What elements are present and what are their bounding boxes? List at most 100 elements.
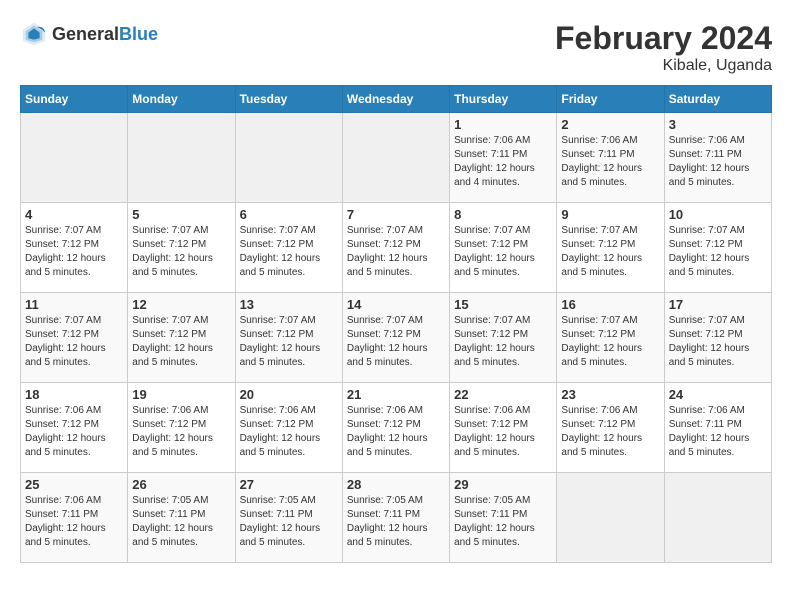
day-info: Sunrise: 7:06 AM Sunset: 7:12 PM Dayligh… bbox=[561, 404, 659, 460]
day-info: Sunrise: 7:07 AM Sunset: 7:12 PM Dayligh… bbox=[561, 224, 659, 280]
day-number: 16 bbox=[561, 297, 659, 312]
day-number: 27 bbox=[240, 477, 338, 492]
day-info: Sunrise: 7:05 AM Sunset: 7:11 PM Dayligh… bbox=[347, 494, 445, 550]
day-info: Sunrise: 7:07 AM Sunset: 7:12 PM Dayligh… bbox=[454, 224, 552, 280]
calendar-cell: 17 Sunrise: 7:07 AM Sunset: 7:12 PM Dayli… bbox=[664, 293, 771, 383]
day-number: 24 bbox=[669, 387, 767, 402]
weekday-header-sunday: Sunday bbox=[21, 86, 128, 113]
day-info: Sunrise: 7:07 AM Sunset: 7:12 PM Dayligh… bbox=[347, 314, 445, 370]
calendar-cell: 6 Sunrise: 7:07 AM Sunset: 7:12 PM Daylig… bbox=[235, 203, 342, 293]
day-info: Sunrise: 7:05 AM Sunset: 7:11 PM Dayligh… bbox=[454, 494, 552, 550]
day-number: 17 bbox=[669, 297, 767, 312]
calendar-cell: 23 Sunrise: 7:06 AM Sunset: 7:12 PM Dayli… bbox=[557, 383, 664, 473]
calendar-cell: 4 Sunrise: 7:07 AM Sunset: 7:12 PM Daylig… bbox=[21, 203, 128, 293]
day-number: 8 bbox=[454, 207, 552, 222]
location-title: Kibale, Uganda bbox=[555, 57, 772, 75]
day-number: 28 bbox=[347, 477, 445, 492]
day-number: 9 bbox=[561, 207, 659, 222]
day-info: Sunrise: 7:07 AM Sunset: 7:12 PM Dayligh… bbox=[240, 314, 338, 370]
logo-text: GeneralBlue bbox=[52, 24, 158, 45]
day-info: Sunrise: 7:05 AM Sunset: 7:11 PM Dayligh… bbox=[240, 494, 338, 550]
logo-general: General bbox=[52, 24, 119, 44]
day-number: 22 bbox=[454, 387, 552, 402]
day-info: Sunrise: 7:06 AM Sunset: 7:12 PM Dayligh… bbox=[347, 404, 445, 460]
day-info: Sunrise: 7:07 AM Sunset: 7:12 PM Dayligh… bbox=[347, 224, 445, 280]
weekday-header-tuesday: Tuesday bbox=[235, 86, 342, 113]
calendar-cell: 7 Sunrise: 7:07 AM Sunset: 7:12 PM Daylig… bbox=[342, 203, 449, 293]
calendar-cell bbox=[128, 113, 235, 203]
day-number: 12 bbox=[132, 297, 230, 312]
day-number: 6 bbox=[240, 207, 338, 222]
day-info: Sunrise: 7:07 AM Sunset: 7:12 PM Dayligh… bbox=[25, 314, 123, 370]
calendar-cell: 12 Sunrise: 7:07 AM Sunset: 7:12 PM Dayli… bbox=[128, 293, 235, 383]
day-number: 1 bbox=[454, 117, 552, 132]
day-number: 21 bbox=[347, 387, 445, 402]
calendar-cell: 29 Sunrise: 7:05 AM Sunset: 7:11 PM Dayli… bbox=[450, 473, 557, 563]
calendar-week-row: 4 Sunrise: 7:07 AM Sunset: 7:12 PM Daylig… bbox=[21, 203, 772, 293]
day-info: Sunrise: 7:07 AM Sunset: 7:12 PM Dayligh… bbox=[240, 224, 338, 280]
day-number: 26 bbox=[132, 477, 230, 492]
day-info: Sunrise: 7:07 AM Sunset: 7:12 PM Dayligh… bbox=[25, 224, 123, 280]
calendar-table: SundayMondayTuesdayWednesdayThursdayFrid… bbox=[20, 85, 772, 563]
weekday-header-wednesday: Wednesday bbox=[342, 86, 449, 113]
day-number: 10 bbox=[669, 207, 767, 222]
weekday-header-saturday: Saturday bbox=[664, 86, 771, 113]
page-header: GeneralBlue February 2024 Kibale, Uganda bbox=[20, 20, 772, 75]
calendar-cell: 20Sunrise: 7:06 AM Sunset: 7:12 PM Dayli… bbox=[235, 383, 342, 473]
title-block: February 2024 Kibale, Uganda bbox=[555, 20, 772, 75]
calendar-cell: 25 Sunrise: 7:06 AM Sunset: 7:11 PM Dayli… bbox=[21, 473, 128, 563]
day-info: Sunrise: 7:06 AM Sunset: 7:11 PM Dayligh… bbox=[454, 134, 552, 190]
day-number: 19 bbox=[132, 387, 230, 402]
calendar-cell: 16 Sunrise: 7:07 AM Sunset: 7:12 PM Dayli… bbox=[557, 293, 664, 383]
calendar-cell: 9 Sunrise: 7:07 AM Sunset: 7:12 PM Daylig… bbox=[557, 203, 664, 293]
weekday-header-monday: Monday bbox=[128, 86, 235, 113]
day-info: Sunrise: 7:06 AM Sunset: 7:12 PM Dayligh… bbox=[240, 404, 338, 460]
day-number: 11 bbox=[25, 297, 123, 312]
weekday-header-row: SundayMondayTuesdayWednesdayThursdayFrid… bbox=[21, 86, 772, 113]
day-info: Sunrise: 7:06 AM Sunset: 7:11 PM Dayligh… bbox=[669, 134, 767, 190]
calendar-cell: 2Sunrise: 7:06 AM Sunset: 7:11 PM Daylig… bbox=[557, 113, 664, 203]
calendar-cell: 13Sunrise: 7:07 AM Sunset: 7:12 PM Dayli… bbox=[235, 293, 342, 383]
calendar-week-row: 25 Sunrise: 7:06 AM Sunset: 7:11 PM Dayli… bbox=[21, 473, 772, 563]
calendar-cell bbox=[342, 113, 449, 203]
day-number: 2 bbox=[561, 117, 659, 132]
day-number: 4 bbox=[25, 207, 123, 222]
calendar-cell bbox=[235, 113, 342, 203]
day-info: Sunrise: 7:07 AM Sunset: 7:12 PM Dayligh… bbox=[132, 314, 230, 370]
weekday-header-thursday: Thursday bbox=[450, 86, 557, 113]
calendar-week-row: 1 Sunrise: 7:06 AM Sunset: 7:11 PM Daylig… bbox=[21, 113, 772, 203]
day-info: Sunrise: 7:07 AM Sunset: 7:12 PM Dayligh… bbox=[561, 314, 659, 370]
calendar-cell: 10 Sunrise: 7:07 AM Sunset: 7:12 PM Dayli… bbox=[664, 203, 771, 293]
day-number: 29 bbox=[454, 477, 552, 492]
day-number: 7 bbox=[347, 207, 445, 222]
calendar-cell: 15 Sunrise: 7:07 AM Sunset: 7:12 PM Dayli… bbox=[450, 293, 557, 383]
day-number: 15 bbox=[454, 297, 552, 312]
calendar-week-row: 18 Sunrise: 7:06 AM Sunset: 7:12 PM Dayli… bbox=[21, 383, 772, 473]
day-info: Sunrise: 7:07 AM Sunset: 7:12 PM Dayligh… bbox=[669, 224, 767, 280]
calendar-cell: 18 Sunrise: 7:06 AM Sunset: 7:12 PM Dayli… bbox=[21, 383, 128, 473]
calendar-cell: 5Sunrise: 7:07 AM Sunset: 7:12 PM Daylig… bbox=[128, 203, 235, 293]
day-info: Sunrise: 7:07 AM Sunset: 7:12 PM Dayligh… bbox=[454, 314, 552, 370]
day-number: 3 bbox=[669, 117, 767, 132]
day-info: Sunrise: 7:07 AM Sunset: 7:12 PM Dayligh… bbox=[669, 314, 767, 370]
calendar-cell: 22Sunrise: 7:06 AM Sunset: 7:12 PM Dayli… bbox=[450, 383, 557, 473]
day-number: 23 bbox=[561, 387, 659, 402]
calendar-cell bbox=[664, 473, 771, 563]
logo-blue: Blue bbox=[119, 24, 158, 44]
calendar-cell: 24Sunrise: 7:06 AM Sunset: 7:11 PM Dayli… bbox=[664, 383, 771, 473]
calendar-cell: 21 Sunrise: 7:06 AM Sunset: 7:12 PM Dayli… bbox=[342, 383, 449, 473]
day-number: 25 bbox=[25, 477, 123, 492]
day-number: 18 bbox=[25, 387, 123, 402]
day-number: 14 bbox=[347, 297, 445, 312]
logo-icon bbox=[20, 20, 48, 48]
calendar-cell: 1 Sunrise: 7:06 AM Sunset: 7:11 PM Daylig… bbox=[450, 113, 557, 203]
calendar-cell: 3 Sunrise: 7:06 AM Sunset: 7:11 PM Daylig… bbox=[664, 113, 771, 203]
day-info: Sunrise: 7:06 AM Sunset: 7:12 PM Dayligh… bbox=[132, 404, 230, 460]
calendar-cell: 11 Sunrise: 7:07 AM Sunset: 7:12 PM Dayli… bbox=[21, 293, 128, 383]
day-info: Sunrise: 7:06 AM Sunset: 7:12 PM Dayligh… bbox=[25, 404, 123, 460]
calendar-cell: 14 Sunrise: 7:07 AM Sunset: 7:12 PM Dayli… bbox=[342, 293, 449, 383]
calendar-cell: 28 Sunrise: 7:05 AM Sunset: 7:11 PM Dayli… bbox=[342, 473, 449, 563]
calendar-cell bbox=[21, 113, 128, 203]
day-info: Sunrise: 7:06 AM Sunset: 7:11 PM Dayligh… bbox=[25, 494, 123, 550]
day-number: 5 bbox=[132, 207, 230, 222]
